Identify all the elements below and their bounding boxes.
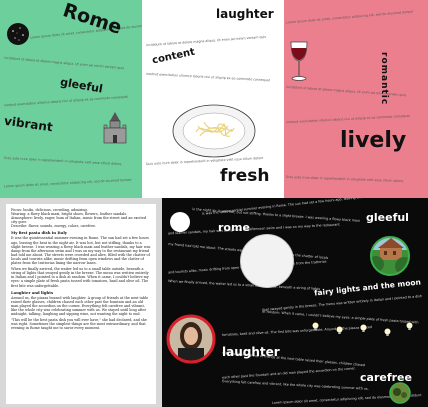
lorem-line: incididunt ut labore et dolore magna ali… — [4, 55, 125, 71]
pasta-plate-icon — [172, 104, 256, 158]
article-page: Focus: books, delicious, crowding, admir… — [6, 204, 156, 404]
article-heading: My first pasta dish in Italy — [11, 230, 67, 236]
castle-icon — [103, 112, 127, 144]
lorem-line: Lorem ipsum dolor sit amet, consectetur … — [3, 177, 132, 189]
lorem-line: Duis aute irure dolor in reprehenderit i… — [145, 155, 264, 167]
article-paragraph: "This will be the best pasta dish you wi… — [11, 318, 147, 331]
board-text-line: tomatoes, basil and olive oil. The first… — [221, 325, 373, 337]
night-sky-icon — [7, 23, 29, 45]
lorem-line: nostrud exercitation ullamco laboris nis… — [285, 113, 410, 125]
article-paragraph: It was the quintessential summer evening… — [11, 236, 151, 266]
moon-circle — [240, 234, 294, 288]
word-content: content — [151, 46, 196, 67]
lorem-line: Lorem ipsum dolor sit amet, consectetur … — [286, 9, 414, 25]
pink-panel: Lorem ipsum dolor sit amet, consectetur … — [284, 0, 428, 198]
word-laughter: laughter — [222, 345, 280, 359]
green-panel: Lorem ipsum dolor sit amet, consectetur … — [0, 0, 142, 198]
white-panel: incididunt ut labore et dolore magna ali… — [142, 0, 284, 198]
word-laughter: laughter — [216, 7, 274, 21]
lorem-line: nostrud exercitation ullamco laboris nis… — [3, 94, 128, 108]
word-fairy-lights: fairy lights and the moon — [313, 277, 422, 298]
board-text-line: When we finally arrived, the waiter led … — [168, 279, 321, 291]
landscape-photo-circle — [370, 236, 410, 276]
light-bulb-icon — [384, 328, 391, 336]
board-text-line: that swayed gently in the breeze. The me… — [262, 294, 423, 312]
word-rome: rome — [218, 221, 250, 234]
dark-board: It was the quintessential summer evening… — [162, 198, 428, 407]
article-paragraph: Around us, the piazza buzzed with laught… — [11, 295, 149, 316]
lorem-line: Duis aute irure dolor in reprehenderit i… — [285, 174, 404, 184]
word-carefree: carefree — [360, 371, 412, 384]
lorem-line: incididunt ut labore et dolore magna ali… — [145, 34, 267, 48]
small-moon-circle — [170, 212, 190, 232]
board-text-line: at random. When it came, I couldn't beli… — [262, 309, 419, 325]
olive-photo-circle — [389, 382, 411, 404]
board-text-line: each other past the fountain and an old … — [221, 366, 356, 380]
lorem-line: Duis aute irure dolor in reprehenderit i… — [4, 155, 122, 167]
word-gleeful: gleeful — [59, 75, 104, 96]
word-vibrant: vibrant — [3, 113, 54, 135]
word-romantic: romantic — [379, 52, 389, 106]
intro-line: Atmosphere: lively, eager, hum of Italia… — [11, 216, 147, 225]
word-lively: lively — [340, 128, 407, 153]
portrait-photo-circle — [166, 314, 216, 364]
board-text-line: and leather sandals, my hair was damp fr… — [167, 222, 340, 236]
light-bulb-icon — [312, 322, 319, 330]
lorem-line: nostrud exercitation ullamco laboris nis… — [146, 71, 271, 83]
word-fresh: fresh — [220, 166, 270, 186]
word-gleeful: gleeful — [366, 211, 409, 224]
light-bulb-icon — [336, 326, 343, 334]
article-paragraph: When we finally arrived, the waiter led … — [11, 267, 149, 288]
light-bulb-icon — [406, 322, 413, 330]
intro-line: Describe: flavor, sounds, energy, colors… — [11, 224, 97, 229]
light-bulb-icon — [360, 324, 367, 332]
wine-glass-icon — [290, 41, 308, 81]
article-heading: Laughter and lights — [11, 289, 54, 295]
board-text-line: Everything felt carefree and vibrant, li… — [222, 379, 369, 391]
